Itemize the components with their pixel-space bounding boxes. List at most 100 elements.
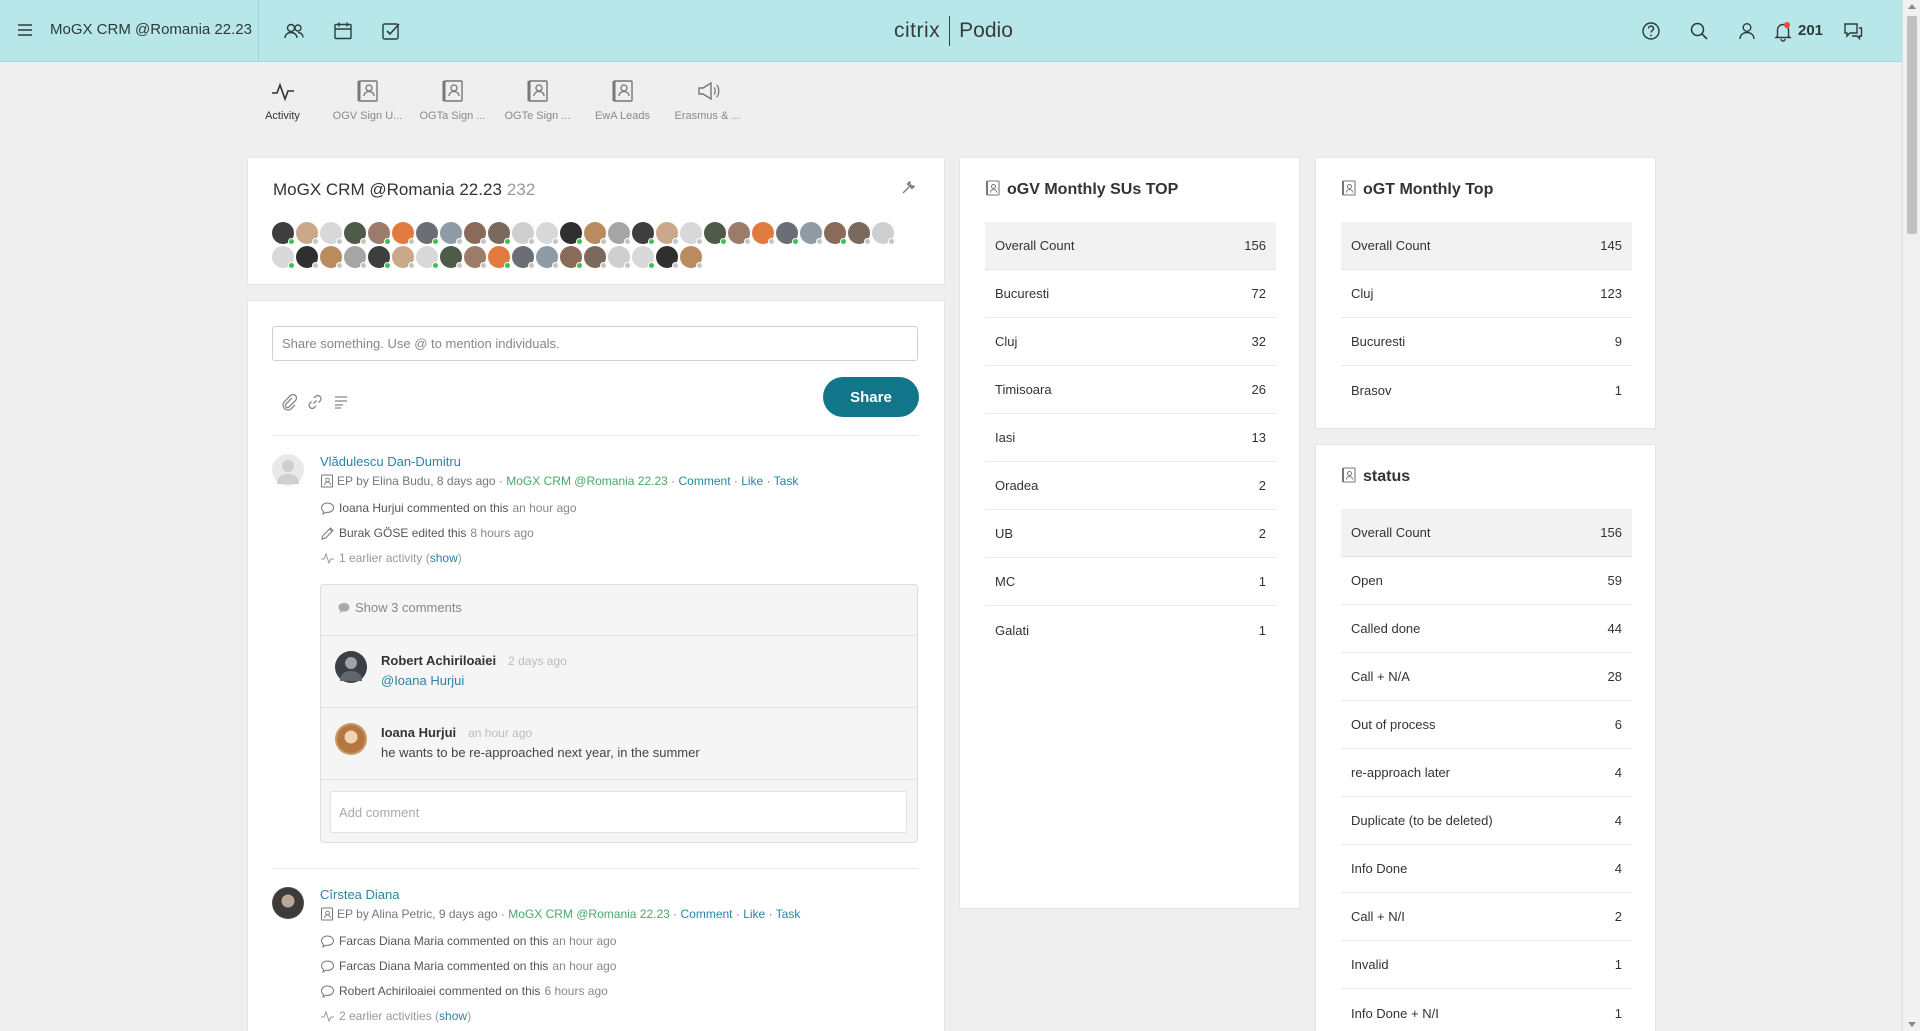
post-title-link[interactable]: Vlădulescu Dan-Dumitru (320, 454, 461, 469)
widget-row[interactable]: Galati 1 (985, 606, 1276, 654)
show-earlier-link[interactable]: show (439, 1009, 467, 1023)
workspace-link[interactable]: MoGX CRM @Romania 22.23 (508, 907, 670, 921)
scroll-up-arrow-icon[interactable] (1908, 4, 1916, 9)
comment-text[interactable]: @Ioana Hurjui (381, 673, 464, 688)
contacts-icon[interactable] (283, 20, 305, 42)
widget-row[interactable]: re-approach later 4 (1341, 749, 1632, 797)
show-comments-toggle[interactable]: Show 3 comments (337, 600, 462, 615)
widget-title[interactable]: oGV Monthly SUs TOP (985, 180, 1178, 199)
widget-row[interactable]: Info Done + N/I 1 (1341, 989, 1632, 1031)
scrollbar-thumb[interactable] (1907, 16, 1917, 234)
avatar[interactable] (272, 454, 304, 486)
tab-ogte-sign[interactable]: OGTe Sign ... (495, 78, 580, 128)
member-avatar[interactable] (752, 222, 775, 245)
member-avatar[interactable] (656, 222, 679, 245)
member-avatar[interactable] (536, 222, 559, 245)
member-avatar[interactable] (296, 222, 319, 245)
member-avatar[interactable] (584, 222, 607, 245)
calendar-icon[interactable] (332, 20, 354, 42)
like-link[interactable]: Like (743, 907, 765, 921)
member-avatar[interactable] (272, 222, 295, 245)
member-avatar[interactable] (464, 246, 487, 269)
member-avatar[interactable] (488, 222, 511, 245)
link-icon[interactable] (306, 393, 324, 411)
widget-row[interactable]: Info Done 4 (1341, 845, 1632, 893)
widget-row[interactable]: Invalid 1 (1341, 941, 1632, 989)
tab-ogta-sign[interactable]: OGTa Sign ... (410, 78, 495, 128)
widget-title[interactable]: status (1341, 467, 1410, 486)
member-avatar[interactable] (560, 222, 583, 245)
tab-activity[interactable]: Activity (240, 78, 325, 128)
member-avatar[interactable] (512, 222, 535, 245)
member-avatar[interactable] (872, 222, 895, 245)
share-button[interactable]: Share (823, 377, 919, 417)
member-avatar[interactable] (608, 222, 631, 245)
widget-row[interactable]: Bucuresti 72 (985, 270, 1276, 318)
widget-total-row[interactable]: Overall Count 156 (985, 222, 1276, 270)
profile-icon[interactable] (1736, 20, 1758, 42)
member-avatar[interactable] (584, 246, 607, 269)
widget-row[interactable]: Duplicate (to be deleted) 4 (1341, 797, 1632, 845)
widget-row[interactable]: Bucuresti 9 (1341, 318, 1632, 366)
attachment-icon[interactable] (280, 393, 298, 411)
workspace-name[interactable]: MoGX CRM @Romania 22.23 232 (273, 180, 535, 200)
tab-ewa-leads[interactable]: EwA Leads (580, 78, 665, 128)
widget-row[interactable]: Cluj 123 (1341, 270, 1632, 318)
member-avatar[interactable] (296, 246, 319, 269)
comment-author[interactable]: Ioana Hurjui an hour ago (381, 725, 532, 740)
member-avatar[interactable] (488, 246, 511, 269)
task-link[interactable]: Task (776, 907, 801, 921)
member-avatar[interactable] (680, 246, 703, 269)
post-title-link[interactable]: Cîrstea Diana (320, 887, 399, 902)
page-scrollbar[interactable] (1902, 0, 1920, 1031)
comment-link[interactable]: Comment (679, 474, 731, 488)
member-avatar[interactable] (608, 246, 631, 269)
widget-row[interactable]: Brasov 1 (1341, 366, 1632, 414)
scroll-down-arrow-icon[interactable] (1908, 1022, 1916, 1027)
avatar[interactable] (335, 651, 367, 683)
tab-erasmus[interactable]: Erasmus & ... (665, 78, 750, 128)
member-avatar[interactable] (728, 222, 751, 245)
show-earlier-link[interactable]: show (430, 551, 458, 565)
member-avatar[interactable] (512, 246, 535, 269)
question-poll-icon[interactable] (332, 393, 350, 411)
member-avatar[interactable] (704, 222, 727, 245)
avatar[interactable] (335, 723, 367, 755)
comment-link[interactable]: Comment (681, 907, 733, 921)
widget-row[interactable]: Cluj 32 (985, 318, 1276, 366)
member-avatar[interactable] (776, 222, 799, 245)
member-avatar[interactable] (344, 222, 367, 245)
widget-row[interactable]: Call + N/I 2 (1341, 893, 1632, 941)
comment-author[interactable]: Robert Achiriloaiei 2 days ago (381, 653, 567, 668)
workspace-switcher[interactable]: MoGX CRM @Romania 22.23 (50, 21, 252, 38)
widget-row[interactable]: Timisoara 26 (985, 366, 1276, 414)
task-link[interactable]: Task (774, 474, 799, 488)
widget-row[interactable]: UB 2 (985, 510, 1276, 558)
widget-row[interactable]: MC 1 (985, 558, 1276, 606)
member-avatar[interactable] (416, 246, 439, 269)
member-avatar[interactable] (848, 222, 871, 245)
widget-row[interactable]: Open 59 (1341, 557, 1632, 605)
member-avatar[interactable] (440, 246, 463, 269)
workspace-link[interactable]: MoGX CRM @Romania 22.23 (506, 474, 668, 488)
member-avatar[interactable] (680, 222, 703, 245)
widget-row[interactable]: Iasi 13 (985, 414, 1276, 462)
widget-row[interactable]: Oradea 2 (985, 462, 1276, 510)
add-comment-input[interactable] (330, 791, 907, 833)
widget-total-row[interactable]: Overall Count 145 (1341, 222, 1632, 270)
member-avatar[interactable] (368, 222, 391, 245)
member-avatar[interactable] (320, 222, 343, 245)
member-avatar[interactable] (272, 246, 295, 269)
widget-row[interactable]: Called done 44 (1341, 605, 1632, 653)
member-avatar[interactable] (800, 222, 823, 245)
widget-title[interactable]: oGT Monthly Top (1341, 180, 1493, 199)
widget-total-row[interactable]: Overall Count 156 (1341, 509, 1632, 557)
member-avatar[interactable] (368, 246, 391, 269)
member-avatar[interactable] (560, 246, 583, 269)
member-avatar[interactable] (392, 246, 415, 269)
notifications-bell-icon[interactable] (1772, 20, 1794, 42)
member-avatar[interactable] (632, 222, 655, 245)
member-avatar[interactable] (440, 222, 463, 245)
search-icon[interactable] (1688, 20, 1710, 42)
member-avatar[interactable] (344, 246, 367, 269)
